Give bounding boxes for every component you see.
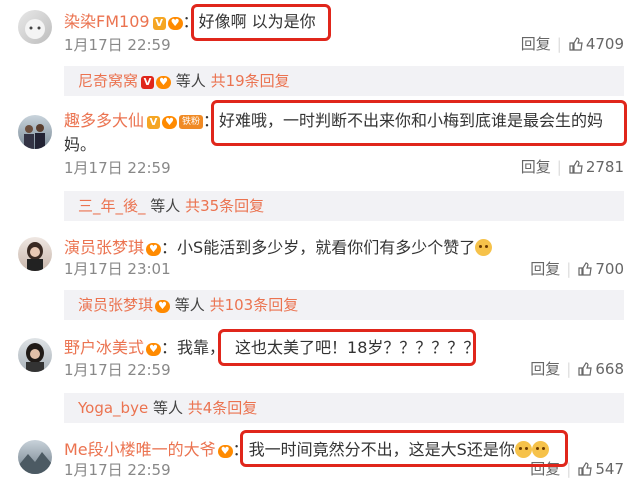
comment-line: 演员张梦琪 ♥ ：小S能活到多少岁，就看你们有多少个赞了 — [64, 238, 493, 258]
replies-summary[interactable]: 演员张梦琪 ♥ 等人 共103条回复 — [64, 290, 624, 320]
like-button[interactable]: 4709 — [568, 35, 624, 53]
like-count: 2781 — [585, 158, 624, 176]
like-button[interactable]: 700 — [577, 260, 624, 278]
fan-heart-icon: ♥ — [155, 300, 171, 313]
verified-icon: V — [152, 17, 166, 30]
avatar[interactable] — [18, 237, 52, 271]
cat-avatar-icon — [25, 19, 45, 39]
verified-icon: V — [141, 76, 155, 89]
fan-heart-icon: ♥ — [162, 116, 178, 129]
like-count: 668 — [595, 360, 624, 378]
thumbs-up-icon — [569, 160, 583, 174]
highlight-box — [240, 430, 568, 467]
reply-user[interactable]: 尼奇窝窝 — [78, 72, 138, 90]
thumbs-up-icon — [578, 462, 593, 476]
highlight-box — [218, 329, 476, 366]
woman-avatar-icon — [27, 242, 43, 271]
timestamp: 1月17日 22:59 — [64, 461, 171, 479]
verified-icon: V — [147, 116, 161, 129]
reply-user[interactable]: 三_年_後_ — [78, 197, 146, 215]
like-button[interactable]: 2781 — [568, 158, 624, 176]
like-count: 700 — [595, 260, 624, 278]
username[interactable]: 趣多多大仙 — [64, 111, 144, 130]
reply-count[interactable]: 共103条回复 — [210, 296, 299, 314]
people-avatar-icon — [24, 124, 45, 149]
reply-user[interactable]: 演员张梦琪 — [78, 296, 153, 314]
fan-heart-icon: ♥ — [167, 17, 183, 30]
replies-summary[interactable]: 尼奇窝窝 V ♥ 等人 共19条回复 — [64, 66, 624, 96]
comment-text: 小S能活到多少岁，就看你们有多少个赞了 — [177, 238, 476, 257]
woman-avatar-icon — [26, 343, 44, 372]
fan-badge: 铁粉 — [179, 115, 204, 129]
fan-heart-icon: ♥ — [146, 243, 162, 256]
reply-count[interactable]: 共19条回复 — [211, 72, 290, 90]
reply-button[interactable]: 回复 — [530, 360, 560, 378]
comment-actions: 回复 | 700 — [530, 260, 624, 278]
like-count: 4709 — [585, 35, 624, 53]
avatar[interactable] — [18, 10, 52, 44]
comment-actions: 回复 | 4709 — [520, 35, 624, 53]
timestamp: 1月17日 23:01 — [64, 260, 171, 278]
avatar[interactable] — [18, 440, 52, 474]
timestamp: 1月17日 22:59 — [64, 159, 171, 177]
replies-summary[interactable]: Yoga_bye 等人 共4条回复 — [64, 393, 624, 423]
username[interactable]: 野户冰美式 — [64, 338, 144, 357]
replies-summary[interactable]: 三_年_後_ 等人 共35条回复 — [64, 191, 624, 221]
highlight-box — [191, 4, 331, 41]
like-button[interactable]: 547 — [577, 460, 624, 478]
thumbs-up-icon — [569, 37, 583, 51]
comment-line-2: 妈。 — [64, 135, 97, 154]
username[interactable]: 染染FM109 — [64, 12, 150, 31]
reply-button[interactable]: 回复 — [521, 158, 551, 176]
landscape-avatar-icon — [18, 452, 52, 474]
username[interactable]: Me段小楼唯一的大爷 — [64, 440, 216, 459]
like-count: 547 — [595, 460, 624, 478]
fan-heart-icon: ♥ — [156, 76, 172, 89]
reply-user[interactable]: Yoga_bye — [78, 399, 148, 417]
avatar[interactable] — [18, 338, 52, 372]
emoji-icon — [475, 239, 493, 256]
highlight-box — [211, 100, 627, 146]
comment-actions: 回复 | 2781 — [520, 158, 624, 176]
avatar[interactable] — [18, 115, 52, 149]
comment-actions: 回复 | 668 — [530, 360, 624, 378]
reply-button[interactable]: 回复 — [521, 35, 551, 53]
like-button[interactable]: 668 — [577, 360, 624, 378]
fan-heart-icon: ♥ — [146, 343, 162, 356]
thumbs-up-icon — [578, 362, 593, 376]
reply-button[interactable]: 回复 — [530, 260, 560, 278]
fan-heart-icon: ♥ — [217, 445, 233, 458]
reply-count[interactable]: 共4条回复 — [188, 399, 258, 417]
username[interactable]: 演员张梦琪 — [64, 238, 144, 257]
timestamp: 1月17日 22:59 — [64, 361, 171, 379]
timestamp: 1月17日 22:59 — [64, 36, 171, 54]
reply-count[interactable]: 共35条回复 — [185, 197, 264, 215]
thumbs-up-icon — [578, 262, 593, 276]
